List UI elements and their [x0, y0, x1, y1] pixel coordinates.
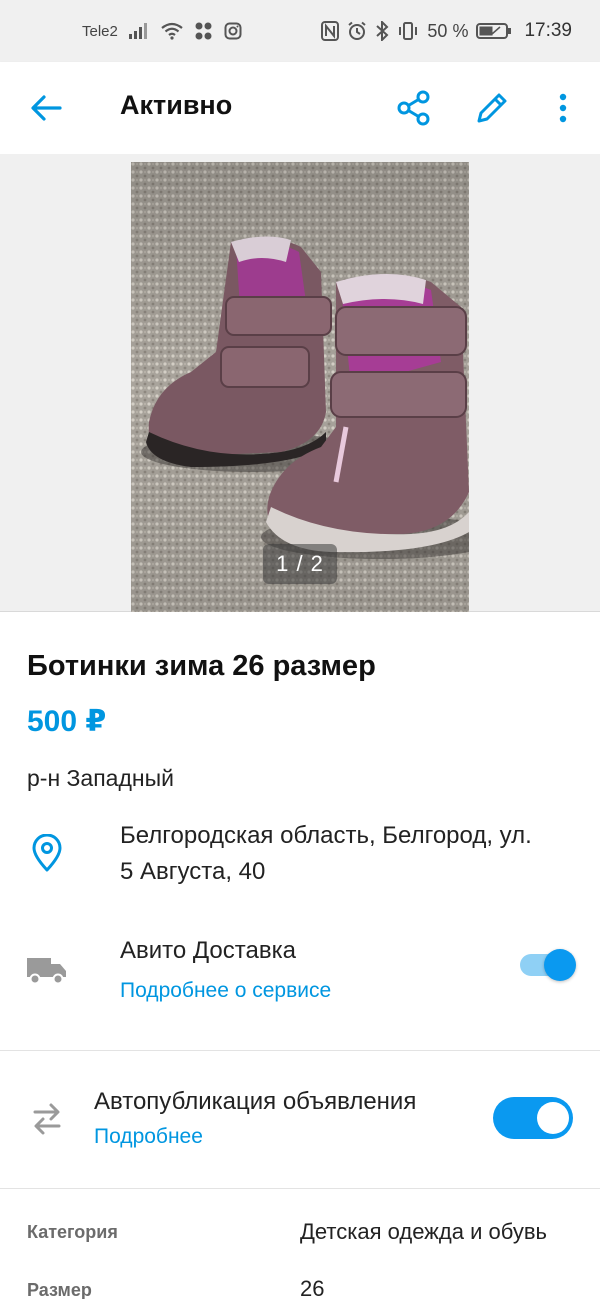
share-button[interactable] [394, 88, 434, 128]
signal-icon [128, 23, 150, 39]
vibrate-icon [397, 21, 419, 41]
autopublish-more-link[interactable]: Подробнее [94, 1125, 203, 1149]
delivery-more-link[interactable]: Подробнее о сервисе [120, 979, 331, 1003]
truck-icon [26, 955, 68, 985]
status-bar-right: 50 % 17:39 [321, 20, 572, 42]
app-bar: Активно [0, 62, 600, 154]
bluetooth-icon [375, 21, 389, 41]
battery-percent: 50 % [427, 20, 469, 41]
listing-title: Ботинки зима 26 размер [27, 650, 376, 682]
autopublish-toggle[interactable] [493, 1097, 573, 1139]
back-button[interactable] [28, 92, 64, 124]
param-value-category: Детская одежда и обувь [300, 1219, 547, 1244]
alarm-icon [347, 21, 367, 41]
param-value-size: 26 [300, 1276, 325, 1299]
share-icon [397, 90, 430, 126]
back-arrow-icon [31, 95, 62, 121]
clock: 17:39 [524, 20, 572, 41]
edit-button[interactable] [472, 88, 512, 128]
status-bar: Tele2 50 % 17:39 [0, 0, 600, 62]
repeat-icon [30, 1102, 64, 1136]
instagram-icon [224, 22, 242, 40]
status-bar-left: Tele2 [82, 22, 242, 40]
battery-icon [476, 22, 512, 40]
autopublish-title: Автопубликация объявления [94, 1088, 417, 1115]
autopublish-toggle-thumb [537, 1102, 569, 1134]
dots-app-icon [194, 22, 214, 40]
pencil-icon [477, 93, 507, 123]
divider [0, 1050, 600, 1051]
delivery-title: Авито Доставка [120, 937, 296, 964]
listing-district: р-н Западный [27, 765, 174, 791]
address-line-2: 5 Августа, 40 [120, 858, 266, 885]
listing-address: Белгородская область, Белгород, ул. 5 Ав… [120, 818, 590, 890]
more-options-button[interactable] [548, 88, 578, 128]
page-title: Активно [120, 90, 233, 120]
carrier-label: Tele2 [82, 22, 118, 40]
wifi-icon [160, 22, 184, 40]
param-label-category: Категория [27, 1222, 118, 1242]
divider [0, 1188, 600, 1189]
param-label-size: Размер [27, 1280, 92, 1299]
delivery-toggle-thumb [544, 949, 576, 981]
listing-price: 500 ₽ [27, 705, 107, 738]
nfc-icon [321, 21, 340, 41]
delivery-toggle[interactable] [520, 948, 576, 982]
location-pin-icon [30, 833, 64, 872]
photo-gallery[interactable]: 1 / 2 [0, 154, 600, 612]
more-vertical-icon [559, 93, 567, 123]
address-line-1: Белгородская область, Белгород, ул. [120, 822, 532, 849]
photo-counter: 1 / 2 [263, 544, 337, 584]
